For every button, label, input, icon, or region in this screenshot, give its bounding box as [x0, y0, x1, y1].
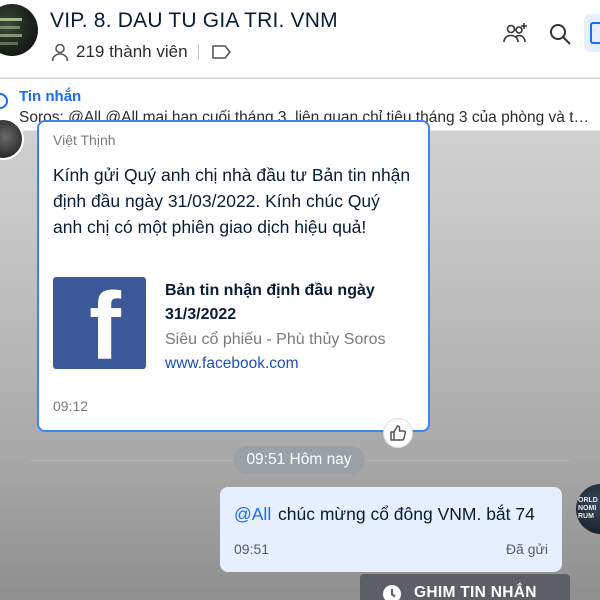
link-title: Bản tin nhận định đầu ngày 31/3/2022 [165, 282, 375, 323]
members-icon [50, 42, 70, 62]
my-avatar[interactable]: ORLD NOMI RUM [576, 484, 600, 534]
clock-icon [383, 585, 401, 600]
date-divider: 09:51 Hôm nay [233, 446, 365, 474]
panel-icon [590, 22, 600, 44]
avatar-text: ORLD NOMI RUM [578, 497, 598, 520]
sent-status: Đã gửi [505, 541, 548, 557]
reaction-button[interactable] [383, 418, 413, 448]
incoming-message[interactable]: Việt Thịnh Kính gửi Quý anh chị nhà đầu … [37, 120, 430, 432]
mention-all[interactable]: @All [234, 504, 271, 525]
header-divider [197, 44, 199, 60]
outgoing-time: 09:51 [234, 541, 270, 557]
pinned-title: Tin nhắn [19, 88, 82, 105]
conversation-info-button[interactable] [584, 14, 600, 52]
add-member-icon[interactable] [502, 20, 530, 48]
group-name[interactable]: VIP. 8. DAU TU GIA TRI. VNM [50, 9, 338, 33]
tag-icon[interactable] [211, 43, 233, 61]
group-avatar[interactable] [0, 4, 38, 56]
pin-button-label: GHIM TIN NHẮN [414, 584, 537, 600]
facebook-logo-icon: f [53, 277, 146, 369]
chat-header: VIP. 8. DAU TU GIA TRI. VNM 219 thành vi… [0, 0, 600, 78]
outgoing-text: chúc mừng cổ đông VNM. bắt 74 [278, 504, 535, 524]
pinned-indicator-icon [0, 93, 8, 109]
thumbs-up-icon [390, 425, 407, 441]
link-subtitle: Siêu cổ phiếu - Phù thủy Soros [165, 331, 386, 348]
member-count: 219 thành viên [76, 42, 188, 61]
outgoing-message[interactable]: @All chúc mừng cổ đông VNM. bắt 74 09:51… [220, 487, 562, 572]
link-url[interactable]: www.facebook.com [165, 355, 299, 373]
pin-message-button[interactable]: GHIM TIN NHẮN [360, 574, 570, 600]
search-icon[interactable] [546, 20, 574, 48]
message-text: Kính gửi Quý anh chị nhà đầu tư Bản tin … [53, 165, 411, 237]
sender-name: Việt Thịnh [53, 132, 116, 148]
link-preview[interactable]: f Bản tin nhận định đầu ngày 31/3/2022 S… [53, 277, 413, 372]
facebook-glyph: f [89, 277, 121, 370]
member-info[interactable]: 219 thành viên [50, 40, 233, 64]
message-time: 09:12 [53, 398, 89, 414]
